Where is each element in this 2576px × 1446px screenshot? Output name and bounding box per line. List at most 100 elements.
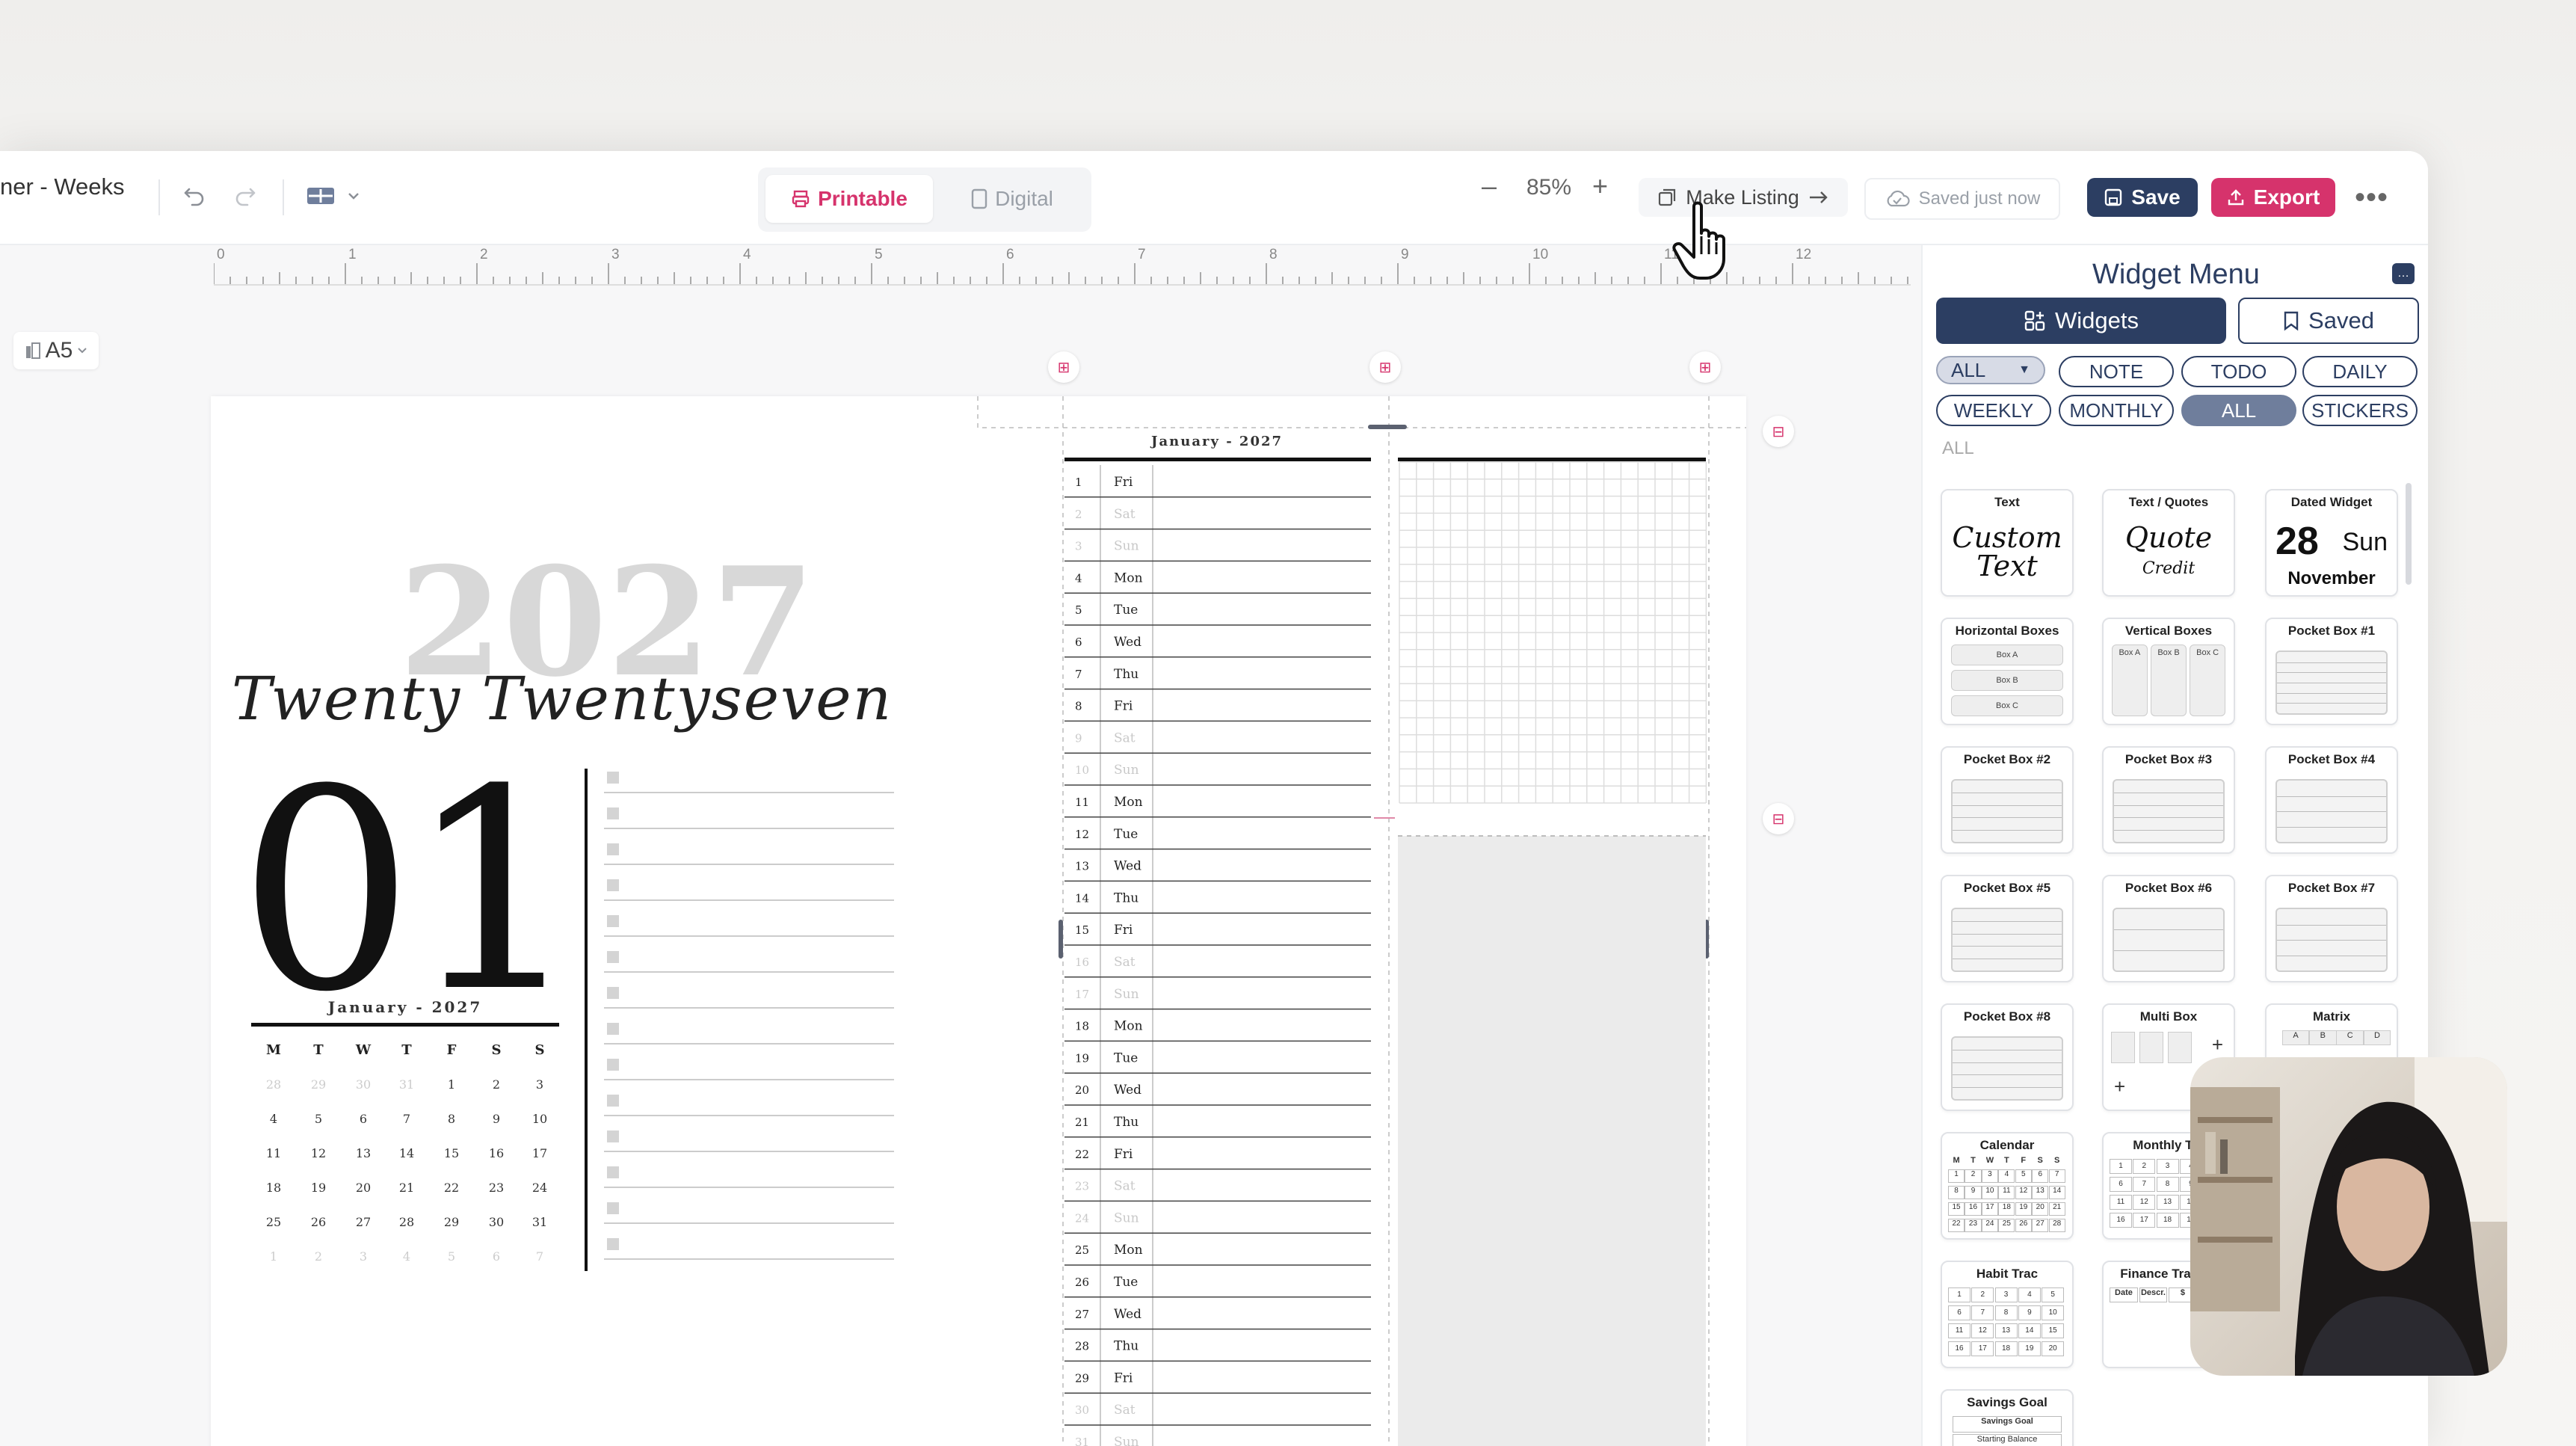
filter-note[interactable]: NOTE [2059, 356, 2174, 387]
checkbox[interactable] [607, 915, 619, 927]
widget-card[interactable]: Habit Trac 1 2 3 4 5 6 7 8 9 10 11 12 13 14 15 16 17 18 19 2… [1941, 1261, 2074, 1368]
save-button[interactable]: Save [2087, 178, 2198, 217]
filter-monthly[interactable]: MONTHLY [2059, 395, 2174, 426]
tab-widgets[interactable]: Widgets [1936, 298, 2226, 344]
preview-line [1953, 817, 2062, 819]
checkbox[interactable] [607, 807, 619, 819]
widget-card[interactable]: Pocket Box #3 [2102, 746, 2235, 854]
insert-column-handle[interactable]: ⊞ [1689, 351, 1721, 383]
filter-category-dropdown[interactable]: ALL ▼ [1936, 356, 2045, 384]
widget-card[interactable]: Pocket Box #8 [1941, 1003, 2074, 1111]
resize-handle[interactable] [1059, 920, 1063, 959]
checkbox[interactable] [607, 1238, 619, 1250]
calendar-cell: 18 [1998, 1202, 2015, 1216]
calendar-weekday: T [401, 1042, 412, 1058]
widget-card[interactable]: Pocket Box #5 [1941, 875, 2074, 982]
checkbox[interactable] [607, 1130, 619, 1142]
widget-card-title: Calendar [1979, 1138, 2035, 1152]
checkbox[interactable] [607, 1202, 619, 1214]
tracker-cell: 15 [2042, 1323, 2065, 1338]
day-number: 17 [1075, 988, 1089, 1001]
widget-card[interactable]: Calendar M T W T F S S 1 2 3 4 5 6 7 8 9 10 11 12 13 14 15 16 17… [1941, 1132, 2074, 1240]
checkbox[interactable] [607, 1059, 619, 1071]
day-number: 4 [1075, 571, 1082, 585]
calendar-day: 1 [270, 1249, 277, 1264]
tracker-cell: 5 [2042, 1287, 2065, 1302]
filter-weekly[interactable]: WEEKLY [1936, 395, 2051, 426]
checkbox[interactable] [607, 987, 619, 999]
chat-icon[interactable]: … [2392, 263, 2415, 284]
checkbox[interactable] [607, 1095, 619, 1107]
widget-card[interactable]: Horizontal Boxes Box A Box B Box C [1941, 618, 2074, 725]
zoom-in-button[interactable]: + [1592, 170, 1608, 202]
checkbox[interactable] [607, 879, 619, 891]
filter-todo[interactable]: TODO [2181, 356, 2296, 387]
checkbox[interactable] [607, 772, 619, 784]
zoom-level[interactable]: 85% [1526, 175, 1571, 200]
multi-box [2168, 1032, 2192, 1063]
insert-row-handle[interactable]: ⊟ [1763, 803, 1794, 834]
floppy-icon [2105, 188, 2122, 206]
filter-stickers[interactable]: STICKERS [2302, 395, 2418, 426]
filter-daily[interactable]: DAILY [2302, 356, 2418, 387]
widget-card[interactable]: Savings Goal Savings Goal Starting Balance [1941, 1389, 2074, 1446]
multi-box [2139, 1032, 2163, 1063]
checkbox[interactable] [607, 1166, 619, 1178]
calendar-cell: 9 [1965, 1186, 1982, 1199]
day-name: Tue [1114, 1275, 1138, 1290]
checkbox[interactable] [607, 951, 619, 963]
widget-card[interactable]: Text / Quotes Quote Credit [2102, 489, 2235, 597]
widget-card[interactable]: Text Custom Text [1941, 489, 2074, 597]
widget-card-preview: Custom Text [1948, 513, 2066, 589]
matrix-col: A [2281, 1030, 2310, 1045]
zoom-out-button[interactable]: – [1482, 170, 1497, 202]
calendar-head: S [2053, 1156, 2060, 1165]
widget-card[interactable]: Pocket Box #6 [2102, 875, 2235, 982]
day-number: 27 [1075, 1308, 1089, 1321]
calendar-weekday: M [266, 1042, 281, 1058]
widget-card-title: Multi Box [2139, 1009, 2198, 1024]
layout-menu-icon[interactable] [302, 178, 369, 214]
resize-handle[interactable] [1368, 425, 1407, 429]
widget-card[interactable]: Dated Widget 28 Sun November [2265, 489, 2398, 597]
checkbox[interactable] [607, 1023, 619, 1035]
tracker-cell: 9 [2018, 1305, 2041, 1320]
pocket-preview [2113, 908, 2225, 972]
document-title[interactable]: ner - Weeks [0, 173, 125, 200]
day-number: 25 [1075, 1243, 1089, 1257]
output-mode-toggle: Printable Digital [758, 167, 1091, 232]
digital-mode-button[interactable]: Digital [937, 175, 1087, 223]
widget-card[interactable]: Pocket Box #1 [2265, 618, 2398, 725]
preview-line [2277, 826, 2386, 828]
guide-line [977, 396, 1746, 428]
insert-row-handle[interactable]: ⊟ [1763, 416, 1794, 447]
make-listing-button[interactable]: Make Listing [1639, 178, 1848, 217]
export-button[interactable]: Export [2211, 178, 2335, 217]
more-options-button[interactable]: ••• [2355, 181, 2388, 215]
widget-card[interactable]: Vertical Boxes Box A Box B Box C [2102, 618, 2235, 725]
widget-card-preview [2273, 899, 2391, 975]
redo-icon[interactable] [227, 178, 263, 214]
widget-card[interactable]: Pocket Box #7 [2265, 875, 2398, 982]
day-number: 12 [1075, 828, 1089, 841]
insert-column-handle[interactable]: ⊞ [1369, 351, 1401, 383]
scrollbar[interactable] [2406, 483, 2412, 585]
tracker-cell: 6 [2110, 1177, 2133, 1192]
widget-card[interactable]: Pocket Box #2 [1941, 746, 2074, 854]
checkbox[interactable] [607, 843, 619, 855]
tab-saved[interactable]: Saved [2238, 298, 2419, 344]
undo-icon[interactable] [176, 178, 212, 214]
widget-card-preview: Savings Goal Starting Balance [1948, 1413, 2066, 1446]
insert-column-handle[interactable]: ⊞ [1048, 351, 1079, 383]
day-number: 24 [1075, 1211, 1089, 1225]
tracker-cell: 7 [2133, 1177, 2156, 1192]
calendar-day: 31 [399, 1077, 414, 1092]
page-size-selector[interactable]: A5 [13, 332, 99, 369]
widget-card[interactable]: Pocket Box #4 [2265, 746, 2398, 854]
printable-mode-button[interactable]: Printable [765, 175, 933, 223]
day-name: Fri [1114, 699, 1133, 714]
day-name: Sun [1114, 763, 1139, 778]
calendar-day: 19 [311, 1181, 326, 1195]
empty-widget-slot[interactable] [1398, 836, 1706, 1446]
filter-all[interactable]: ALL [2181, 395, 2296, 426]
